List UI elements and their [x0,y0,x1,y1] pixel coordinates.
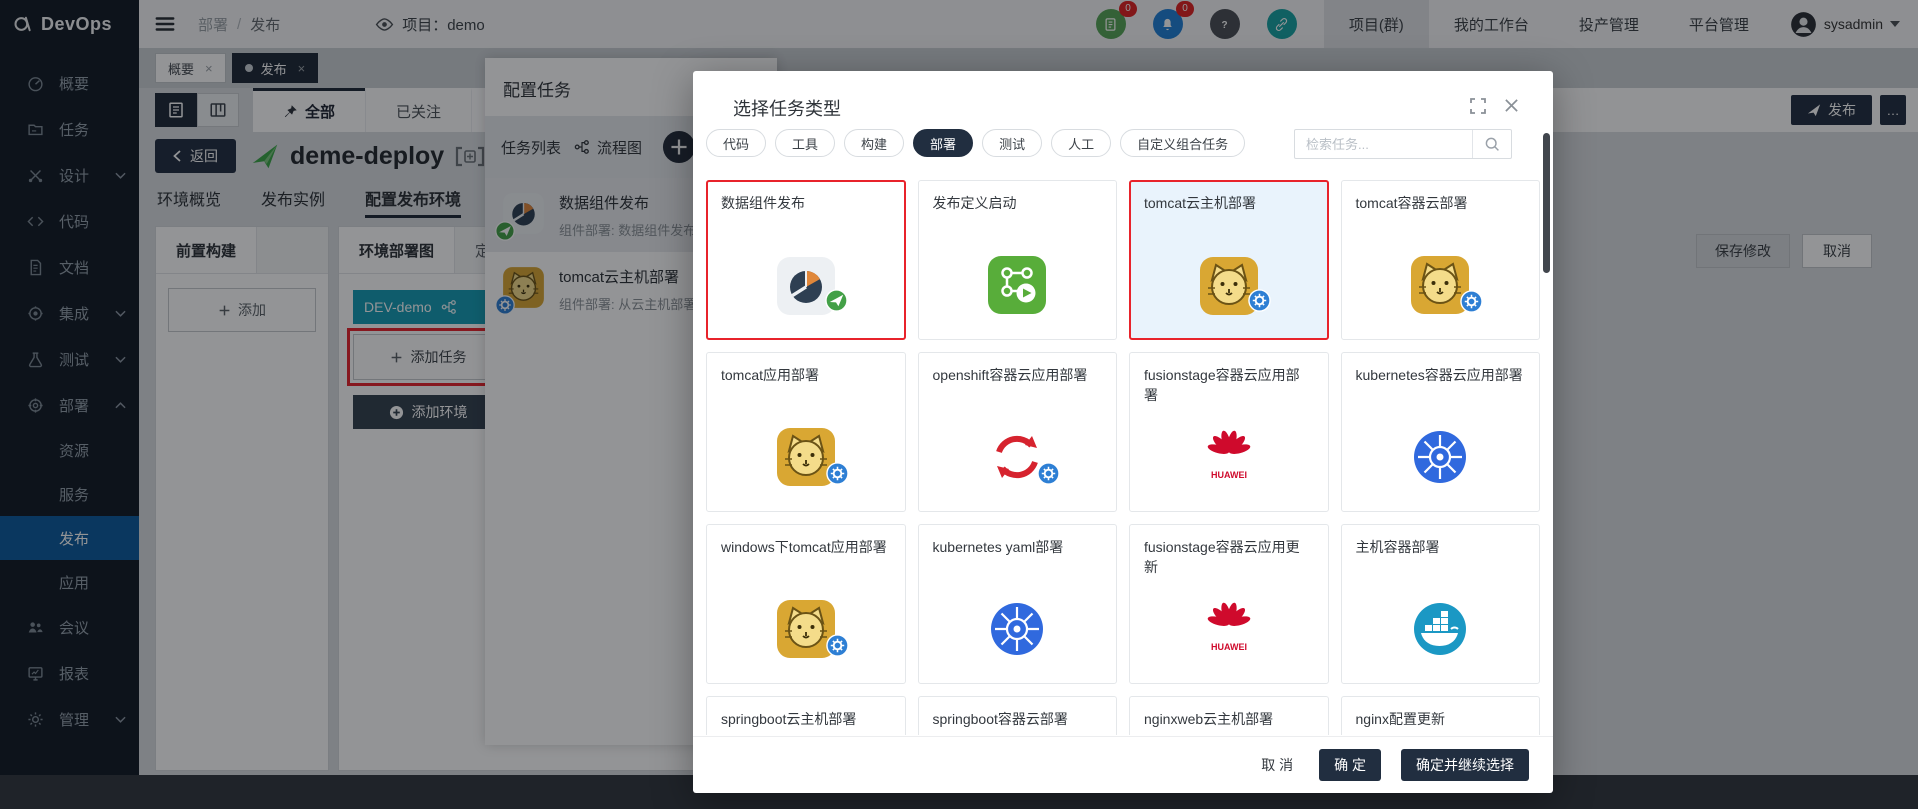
task-type-card[interactable]: nginxweb云主机部署 [1129,696,1329,735]
category-chip[interactable]: 构建 [844,129,905,157]
task-type-card[interactable]: springboot云主机部署 [706,696,906,735]
task-type-card[interactable]: 发布定义启动 [917,180,1117,340]
task-type-card[interactable]: 主机容器部署 [1340,524,1540,684]
gear-blue-badge-icon [825,462,849,485]
category-chip[interactable]: 工具 [775,129,836,157]
category-chip[interactable]: 代码 [706,129,767,157]
task-type-title: springboot容器云部署 [932,711,1068,727]
task-type-card[interactable]: springboot容器云部署 [917,696,1117,735]
task-type-title: fusionstage容器云应用部署 [1144,367,1300,404]
task-type-title: 主机容器部署 [1355,539,1440,555]
kubernetes-icon [985,597,1049,661]
gear-blue-badge-icon [1037,462,1060,485]
gear-blue-badge-icon [1460,290,1483,313]
modal-footer: 取 消 确 定 确定并继续选择 [693,736,1553,793]
task-type-title: windows下tomcat应用部署 [721,539,887,555]
task-type-card[interactable]: openshift容器云应用部署 [917,352,1117,512]
huawei-icon: HUAWEI [1197,425,1261,489]
task-type-title: springboot云主机部署 [721,711,857,727]
modal-scrollbar[interactable] [1543,133,1550,273]
expand-icon[interactable] [1469,97,1487,115]
gear-blue-badge-icon [825,634,849,657]
task-type-card[interactable]: fusionstage容器云应用部署 HUAWEI [1129,352,1329,512]
task-type-title: tomcat应用部署 [721,367,820,383]
task-type-card[interactable]: tomcat应用部署 [706,352,906,512]
app: DevOps 部署 / 发布 项目：demo 0 0 ? 项目(群) 我的工作台… [0,0,1918,809]
task-type-title: tomcat容器云部署 [1355,195,1468,211]
modal-cancel-button[interactable]: 取 消 [1255,754,1299,776]
task-type-title: nginxweb云主机部署 [1144,711,1274,727]
huawei-icon: HUAWEI [1197,597,1261,661]
modal-ok-continue-button[interactable]: 确定并继续选择 [1401,749,1529,781]
gear-blue-badge-icon [1247,289,1271,312]
category-chips: 代码 工具 构建 部署 测试 人工 自定义组合任务 [706,129,1246,157]
search-button[interactable] [1472,130,1511,158]
task-type-title: kubernetes yaml部署 [932,539,1064,555]
task-type-grid: 数据组件发布 发布定义启动 tomcat云主机部署 tomcat容器云部署 to… [706,180,1540,735]
plane-green-badge-icon [824,289,848,312]
task-type-card[interactable]: 数据组件发布 [706,180,906,340]
task-type-card[interactable]: kubernetes容器云应用部署 [1340,352,1540,512]
task-type-title: fusionstage容器云应用更新 [1144,539,1300,576]
task-type-title: nginx配置更新 [1355,711,1445,727]
svg-text:HUAWEI: HUAWEI [1211,642,1247,652]
modal-ok-button[interactable]: 确 定 [1319,749,1381,781]
select-task-type-modal: 选择任务类型 代码 工具 构建 部署 测试 人工 自定义组合任务 检索任务...… [693,71,1553,793]
task-search [1294,129,1512,159]
task-type-title: kubernetes容器云应用部署 [1355,367,1523,383]
docker-icon [1408,597,1472,661]
search-input[interactable] [1295,130,1472,158]
category-chip[interactable]: 测试 [982,129,1043,157]
modal-title: 选择任务类型 [733,99,841,119]
task-type-card[interactable]: tomcat容器云部署 [1340,180,1540,340]
category-chip[interactable]: 人工 [1051,129,1112,157]
svg-text:HUAWEI: HUAWEI [1211,470,1247,480]
task-type-title: openshift容器云应用部署 [932,367,1088,383]
search-icon [1484,136,1500,152]
category-chip[interactable]: 自定义组合任务 [1120,129,1246,157]
category-chip[interactable]: 部署 [913,129,974,157]
task-type-card[interactable]: windows下tomcat应用部署 [706,524,906,684]
task-type-title: 数据组件发布 [721,195,805,211]
close-icon[interactable] [1504,98,1519,113]
task-type-card[interactable]: nginx配置更新 [1340,696,1540,735]
task-type-card[interactable]: kubernetes yaml部署 [917,524,1117,684]
task-type-card[interactable]: tomcat云主机部署 [1129,180,1329,340]
task-type-title: tomcat云主机部署 [1144,195,1257,211]
kubernetes-icon [1408,425,1472,489]
task-type-card[interactable]: fusionstage容器云应用更新 HUAWEI [1129,524,1329,684]
flow-green-icon [985,253,1049,317]
task-type-title: 发布定义启动 [932,195,1017,211]
